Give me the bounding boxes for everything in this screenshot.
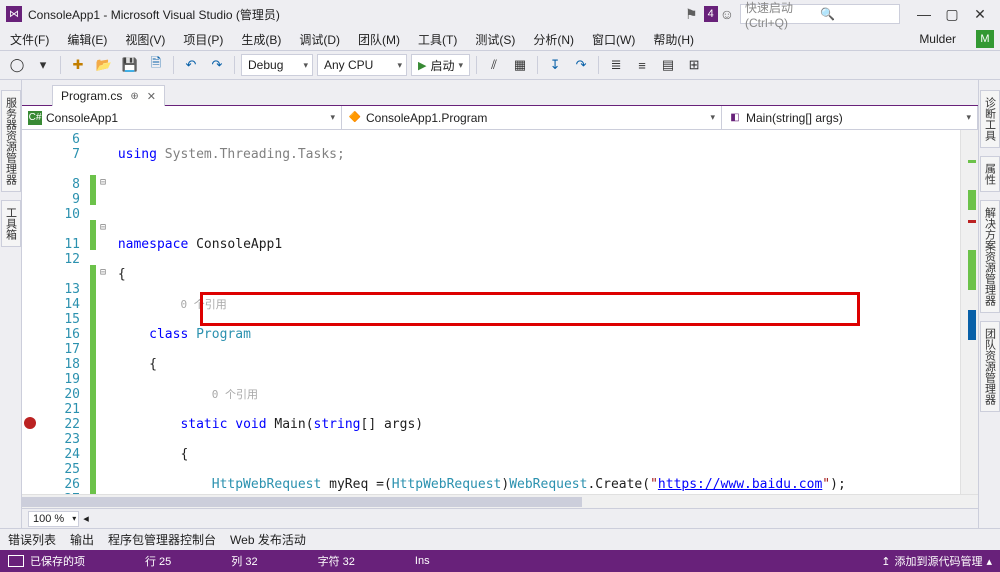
redo-button[interactable]: ↷ (206, 54, 228, 76)
menu-test[interactable]: 测试(S) (471, 29, 519, 50)
work-area: 服务器资源管理器 工具箱 Program.cs ⊕ ✕ C#ConsoleApp… (0, 80, 1000, 528)
tab-program-cs[interactable]: Program.cs ⊕ ✕ (52, 85, 165, 106)
user-avatar[interactable]: M (976, 30, 994, 48)
publish-icon[interactable]: ↥ (881, 555, 890, 568)
sidetab-solution-explorer[interactable]: 解决方案资源管理器 (980, 200, 1000, 313)
menu-help[interactable]: 帮助(H) (649, 29, 698, 50)
tab-label: Program.cs (61, 89, 122, 103)
status-col: 列 32 (231, 553, 257, 569)
tool-btn-3[interactable]: ≣ (605, 54, 627, 76)
step-over-button[interactable]: ↷ (570, 54, 592, 76)
toolbar: ◯ ▾ ✚ 📂 💾 🗎 ↶ ↷ Debug Any CPU ▶启动▾ ⫽ ▦ ↧… (0, 50, 1000, 80)
close-button[interactable]: ✕ (966, 0, 994, 28)
step-into-button[interactable]: ↧ (544, 54, 566, 76)
menu-analyze[interactable]: 分析(N) (529, 29, 578, 50)
save-button[interactable]: 💾 (119, 54, 141, 76)
search-icon: 🔍 (820, 7, 895, 21)
nav-class-dropdown[interactable]: 🔶ConsoleApp1.Program (342, 106, 722, 129)
horizontal-scrollbar[interactable] (22, 494, 978, 508)
maximize-button[interactable]: ▢ (938, 0, 966, 28)
nav-method-dropdown[interactable]: ◧Main(string[] args) (722, 106, 978, 129)
platform-dropdown[interactable]: Any CPU (317, 54, 407, 76)
sidetab-toolbox[interactable]: 工具箱 (1, 200, 21, 247)
menu-view[interactable]: 视图(V) (121, 29, 169, 50)
outtab-pkg-console[interactable]: 程序包管理器控制台 (108, 531, 216, 548)
tool-btn-2[interactable]: ▦ (509, 54, 531, 76)
tool-btn-1[interactable]: ⫽ (483, 54, 505, 76)
menu-tools[interactable]: 工具(T) (414, 29, 461, 50)
outtab-output[interactable]: 输出 (70, 531, 94, 548)
titlebar: ⋈ ConsoleApp1 - Microsoft Visual Studio … (0, 0, 1000, 28)
user-name[interactable]: Mulder (919, 32, 962, 46)
window-title: ConsoleApp1 - Microsoft Visual Studio (管… (28, 6, 280, 23)
sidetab-diagnostics[interactable]: 诊断工具 (980, 90, 1000, 148)
left-sidetabs: 服务器资源管理器 工具箱 (0, 80, 22, 528)
outtab-webpublish[interactable]: Web 发布活动 (230, 531, 306, 548)
code-editor[interactable]: 6789101112131415161718192021222324252627… (22, 130, 978, 494)
pin-icon[interactable]: ⊕ (130, 91, 138, 102)
nav-fwd-button[interactable]: ▾ (32, 54, 54, 76)
sidetab-team-explorer[interactable]: 团队资源管理器 (980, 321, 1000, 412)
open-button[interactable]: 📂 (93, 54, 115, 76)
menu-file[interactable]: 文件(F) (6, 29, 53, 50)
start-button[interactable]: ▶启动▾ (411, 54, 470, 76)
menu-edit[interactable]: 编辑(E) (63, 29, 111, 50)
statusbar: 已保存的项 行 25 列 32 字符 32 Ins ↥添加到源代码管理▴ (0, 550, 1000, 572)
breakpoint-icon[interactable] (24, 417, 36, 429)
overview-ruler[interactable] (960, 130, 978, 494)
menu-debug[interactable]: 调试(D) (295, 29, 344, 50)
outline-margin[interactable]: ⊟ ⊟ ⊟ (96, 130, 110, 494)
save-all-button[interactable]: 🗎 (145, 54, 167, 76)
method-icon: ◧ (728, 111, 742, 125)
menubar: 文件(F) 编辑(E) 视图(V) 项目(P) 生成(B) 调试(D) 团队(M… (0, 28, 1000, 50)
flag-icon[interactable]: ⚑ (685, 6, 698, 23)
tab-close-icon[interactable]: ✕ (147, 90, 156, 103)
breakpoint-margin[interactable] (22, 130, 38, 494)
status-char: 字符 32 (318, 553, 355, 569)
right-sidetabs: 诊断工具 属性 解决方案资源管理器 团队资源管理器 (978, 80, 1000, 528)
status-scm[interactable]: 添加到源代码管理 (894, 553, 982, 569)
menu-window[interactable]: 窗口(W) (588, 29, 639, 50)
nav-project-dropdown[interactable]: C#ConsoleApp1 (22, 106, 342, 129)
sidetab-properties[interactable]: 属性 (980, 156, 1000, 192)
tool-btn-5[interactable]: ▤ (657, 54, 679, 76)
document-tabs: Program.cs ⊕ ✕ (22, 80, 978, 106)
nav-bar: C#ConsoleApp1 🔶ConsoleApp1.Program ◧Main… (22, 106, 978, 130)
status-ins: Ins (415, 555, 430, 567)
vs-logo-icon: ⋈ (6, 6, 22, 22)
status-state: 已保存的项 (30, 553, 85, 569)
zoom-bar: 100 % ◂ (22, 508, 978, 528)
notification-badge[interactable]: 4 (704, 6, 718, 22)
play-icon: ▶ (418, 59, 426, 72)
sidetab-server-explorer[interactable]: 服务器资源管理器 (1, 90, 21, 192)
nav-back-button[interactable]: ◯ (6, 54, 28, 76)
output-tabs: 错误列表 输出 程序包管理器控制台 Web 发布活动 (0, 528, 1000, 550)
quick-launch-input[interactable]: 快速启动 (Ctrl+Q)🔍 (740, 4, 900, 24)
status-line: 行 25 (145, 553, 171, 569)
menu-build[interactable]: 生成(B) (237, 29, 285, 50)
csharp-icon: C# (28, 111, 42, 125)
new-file-button[interactable]: ✚ (67, 54, 89, 76)
zoom-dropdown[interactable]: 100 % (28, 511, 79, 527)
code-text[interactable]: using System.Threading.Tasks; namespace … (110, 130, 960, 494)
menu-project[interactable]: 项目(P) (179, 29, 227, 50)
minimize-button[interactable]: — (910, 0, 938, 28)
tool-btn-4[interactable]: ≡ (631, 54, 653, 76)
undo-button[interactable]: ↶ (180, 54, 202, 76)
editor-column: Program.cs ⊕ ✕ C#ConsoleApp1 🔶ConsoleApp… (22, 80, 978, 528)
feedback-icon[interactable]: ☺ (720, 6, 734, 22)
class-icon: 🔶 (348, 111, 362, 125)
status-icon (8, 555, 24, 567)
line-numbers: 6789101112131415161718192021222324252627… (38, 130, 90, 494)
menu-team[interactable]: 团队(M) (354, 29, 404, 50)
config-dropdown[interactable]: Debug (241, 54, 313, 76)
tool-btn-6[interactable]: ⊞ (683, 54, 705, 76)
outtab-errors[interactable]: 错误列表 (8, 531, 56, 548)
